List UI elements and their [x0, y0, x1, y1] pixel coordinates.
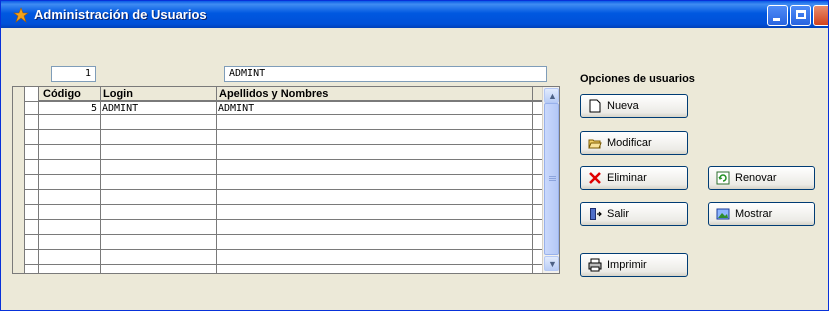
eliminar-label: Eliminar [607, 172, 647, 184]
scroll-thumb[interactable] [544, 103, 559, 255]
app-star-icon [13, 7, 29, 23]
grid-vertical-scrollbar[interactable]: ▲ ▼ [542, 87, 559, 273]
imprimir-button[interactable]: Imprimir [580, 253, 688, 277]
title-bar[interactable]: Administración de Usuarios [1, 1, 828, 28]
refresh-icon [716, 171, 730, 185]
new-document-icon [589, 99, 601, 113]
mostrar-button[interactable]: Mostrar [708, 202, 815, 226]
show-picture-icon [716, 208, 730, 220]
chevron-down-icon: ▼ [548, 259, 557, 269]
open-folder-icon [588, 139, 602, 149]
header-login[interactable]: Login [100, 87, 133, 101]
row-divider [25, 189, 542, 190]
cell-nombres[interactable]: ADMINT [218, 102, 254, 115]
eliminar-button[interactable]: Eliminar [580, 166, 688, 190]
row-divider [25, 264, 542, 265]
nueva-label: Nueva [607, 100, 639, 112]
grid-body: Código Login Apellidos y Nombres 5 ADMIN… [13, 87, 542, 273]
chevron-up-icon: ▲ [548, 91, 557, 101]
grip-line [549, 176, 556, 177]
mostrar-label: Mostrar [735, 208, 773, 220]
row-divider [25, 129, 542, 130]
row-divider [25, 219, 542, 220]
minimize-button[interactable] [767, 5, 788, 26]
modificar-label: Modificar [607, 137, 652, 149]
row-divider [25, 144, 542, 145]
close-button[interactable] [813, 5, 828, 26]
printer-icon [588, 258, 602, 272]
users-grid[interactable]: Código Login Apellidos y Nombres 5 ADMIN… [12, 86, 560, 274]
row-indicator-column [13, 87, 25, 273]
exit-door-icon [590, 208, 602, 220]
renovar-button[interactable]: Renovar [708, 166, 815, 190]
client-area: 1 ADMINT Código Login Apellidos y Nombre… [4, 28, 825, 307]
row-divider [25, 159, 542, 160]
delete-x-icon [589, 172, 601, 184]
modificar-button[interactable]: Modificar [580, 131, 688, 155]
window-title: Administración de Usuarios [34, 7, 207, 22]
user-name-field[interactable]: ADMINT [224, 66, 547, 82]
row-divider [25, 204, 542, 205]
maximize-button[interactable] [790, 5, 811, 26]
options-section-label: Opciones de usuarios [580, 73, 695, 85]
cell-login[interactable]: ADMINT [102, 102, 138, 115]
users-admin-window: Administración de Usuarios 1 ADMINT Códi… [0, 0, 829, 311]
row-divider [25, 174, 542, 175]
minimize-icon [773, 18, 780, 21]
row-divider [25, 249, 542, 250]
salir-button[interactable]: Salir [580, 202, 688, 226]
scroll-up-button[interactable]: ▲ [544, 88, 559, 103]
imprimir-label: Imprimir [607, 259, 647, 271]
salir-label: Salir [607, 208, 630, 220]
maximize-icon [796, 10, 806, 19]
record-count-field[interactable]: 1 [51, 66, 96, 82]
nueva-button[interactable]: Nueva [580, 94, 688, 118]
grip-line [549, 180, 556, 181]
row-divider [25, 234, 542, 235]
header-nombres[interactable]: Apellidos y Nombres [216, 87, 328, 101]
grip-line [549, 178, 556, 179]
renovar-label: Renovar [735, 172, 777, 184]
scroll-down-button[interactable]: ▼ [544, 256, 559, 271]
cell-codigo[interactable]: 5 [40, 102, 97, 115]
header-codigo[interactable]: Código [40, 87, 81, 101]
